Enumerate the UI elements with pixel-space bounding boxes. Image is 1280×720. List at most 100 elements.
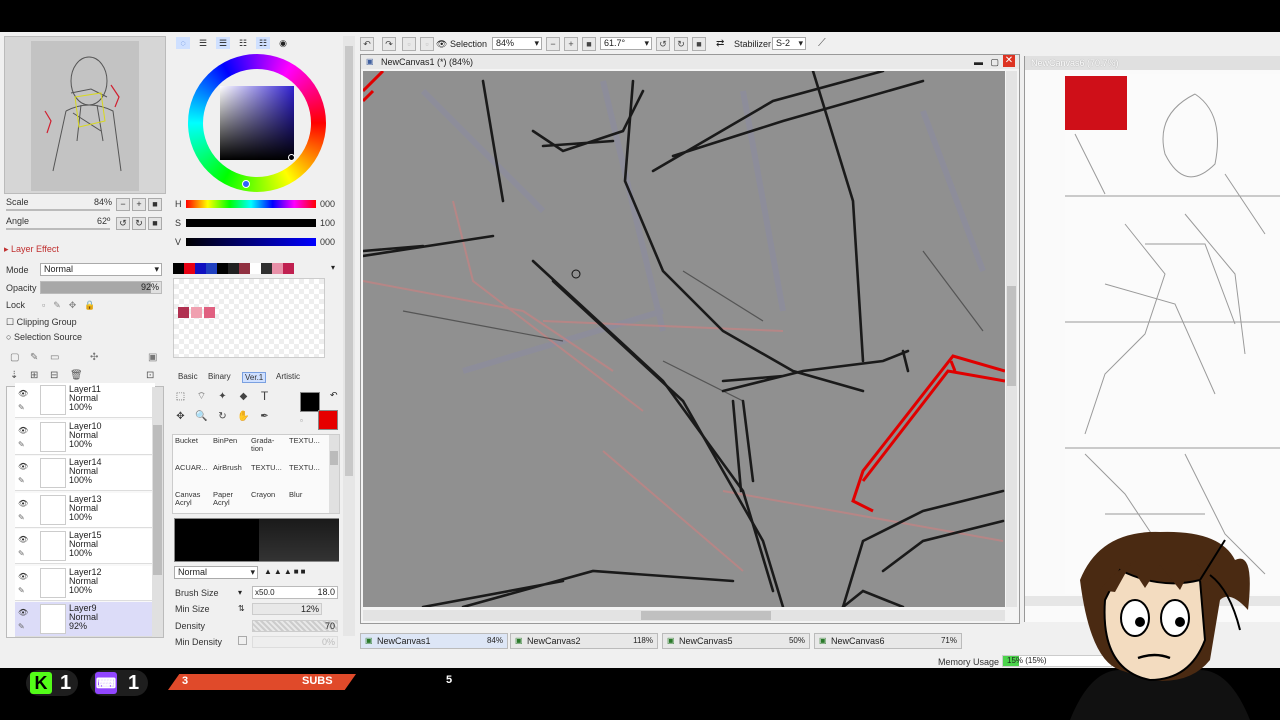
rotate-left-button[interactable]: ↺ <box>116 216 130 230</box>
rgb-slider-icon[interactable]: ☰ <box>196 37 210 49</box>
minimize-icon[interactable]: ▬ <box>974 55 983 69</box>
drawing-canvas[interactable] <box>363 71 1005 607</box>
rotate-ccw-icon[interactable]: ↺ <box>656 37 670 51</box>
color-swatch[interactable] <box>206 263 217 274</box>
tool-tab[interactable]: Basic <box>178 372 198 381</box>
visibility-eye-icon[interactable]: 👁 <box>18 535 28 545</box>
swap-colors-icon[interactable]: ↶ <box>330 390 338 401</box>
visibility-eye-icon[interactable]: 👁 <box>18 608 28 618</box>
zoom-out-icon[interactable]: − <box>546 37 560 51</box>
document-tab[interactable]: ▣ NewCanvas1 84% <box>360 633 508 649</box>
color-swatch[interactable] <box>173 263 184 274</box>
color-wheel-icon[interactable]: ◌ <box>176 37 190 49</box>
undo-icon[interactable]: ↶ <box>360 37 374 51</box>
visibility-eye-icon[interactable]: 👁 <box>18 499 28 509</box>
primary-color-swatch[interactable] <box>300 392 320 412</box>
user-color-icon[interactable]: ◉ <box>276 37 290 49</box>
canvas-hscroll-thumb[interactable] <box>641 611 771 620</box>
layer-mask-icon[interactable]: ✣ <box>90 352 98 363</box>
sv-picker-handle[interactable] <box>288 154 295 161</box>
brush-preset[interactable]: Crayon <box>251 491 287 499</box>
layer-row[interactable]: 👁 ✎ Layer10 Normal 100% <box>15 419 155 455</box>
brush-size-field[interactable]: x50.0 18.0 <box>252 586 338 599</box>
text-tool-icon[interactable]: T <box>256 388 273 405</box>
document-tab[interactable]: ▣ NewCanvas6 71% <box>814 633 962 649</box>
document-tab[interactable]: ▣ NewCanvas5 50% <box>662 633 810 649</box>
color-swatch[interactable] <box>195 263 206 274</box>
color-swatch[interactable] <box>261 263 272 274</box>
layer-row[interactable]: 👁 ✎ Layer11 Normal 100% <box>15 383 155 418</box>
deselect-icon[interactable]: ▫ <box>402 37 416 51</box>
chevron-down-icon[interactable]: ▾ <box>331 263 335 272</box>
brush-preset[interactable]: Paper Acryl <box>213 491 249 507</box>
zoom-in-icon[interactable]: + <box>564 37 578 51</box>
secondary-color-swatch[interactable] <box>318 410 338 430</box>
brush-blend-select[interactable]: Normal ▾ <box>174 566 258 579</box>
layer-edit-icon[interactable]: ✎ <box>18 403 25 412</box>
color-wheel[interactable] <box>188 54 326 192</box>
hsv-slider-icon[interactable]: ☰ <box>216 37 230 49</box>
color-swatch[interactable] <box>272 263 283 274</box>
layer-row[interactable]: 👁 ✎ Layer9 Normal 92% <box>15 602 155 637</box>
delete-layer-icon[interactable]: 🗑 <box>70 370 83 381</box>
eyedropper-icon[interactable]: ✒ <box>256 408 273 425</box>
document-tab[interactable]: ▣ NewCanvas2 118% <box>510 633 658 649</box>
clear-layer-icon[interactable]: ⊟ <box>50 370 58 381</box>
min-density-slider[interactable]: 0% <box>252 636 338 648</box>
color-swatches[interactable]: ▾ <box>173 263 339 275</box>
min-size-slider[interactable]: 12% <box>252 603 322 615</box>
pen-pressure-icon[interactable]: ⇅ <box>238 604 245 613</box>
scale-slider[interactable] <box>6 209 110 211</box>
hue-picker-handle[interactable] <box>242 180 250 188</box>
layer-edit-icon[interactable]: ✎ <box>18 440 25 449</box>
selection-source-checkbox[interactable]: ○ Selection Source <box>6 332 82 342</box>
canvas6-titlebar[interactable]: NewCanvas6 (70.7%) <box>1025 56 1280 70</box>
layer-edit-icon[interactable]: ✎ <box>18 586 25 595</box>
brush-preset[interactable]: TEXTU... <box>289 464 325 472</box>
flip-icon[interactable]: ▣ <box>148 352 157 363</box>
brush-preset[interactable]: Bucket <box>175 437 211 445</box>
brush-preset[interactable]: Grada- tion <box>251 437 287 453</box>
layer-edit-icon[interactable]: ✎ <box>18 476 25 485</box>
brush-preset[interactable]: AirBrush <box>213 464 249 472</box>
brush-grid[interactable]: Bucket BinPen Grada- tion TEXTU... ACUAR... A… <box>172 434 340 514</box>
selection-toggle[interactable]: 👁 Selection <box>436 39 487 50</box>
canvas-vertical-scrollbar[interactable] <box>1006 71 1017 607</box>
visibility-eye-icon[interactable]: 👁 <box>18 389 28 399</box>
saturation-value-square[interactable] <box>220 86 294 160</box>
panel-scrollbar[interactable] <box>343 36 355 636</box>
invert-selection-icon[interactable]: ▫ <box>420 37 434 51</box>
rotate-reset-icon[interactable]: ■ <box>692 37 706 51</box>
zoom-reset-icon[interactable]: ■ <box>582 37 596 51</box>
visibility-eye-icon[interactable]: 👁 <box>18 572 28 582</box>
layer-row[interactable]: 👁 ✎ Layer12 Normal 100% <box>15 565 155 601</box>
brush-preset[interactable]: TEXTU... <box>251 464 287 472</box>
canvas-horizontal-scrollbar[interactable] <box>363 610 1005 621</box>
layer-row[interactable]: 👁 ✎ Layer15 Normal 100% <box>15 529 155 564</box>
brush-shape-buttons[interactable]: ▲▲▲■■ <box>264 567 307 576</box>
scratchpad[interactable] <box>173 278 325 358</box>
layer-edit-icon[interactable]: ✎ <box>18 513 25 522</box>
close-icon[interactable]: ✕ <box>1003 55 1015 67</box>
brush-grid-scrollbar[interactable] <box>329 435 339 513</box>
visibility-eye-icon[interactable]: 👁 <box>18 426 28 436</box>
opacity-slider[interactable]: 92% <box>40 281 162 294</box>
navigator-preview[interactable] <box>31 41 139 191</box>
chevron-down-icon[interactable]: ▾ <box>238 588 242 597</box>
tool-tab[interactable]: Binary <box>208 372 231 381</box>
shapes-icon[interactable]: ◆ <box>235 388 252 405</box>
merge-down-icon[interactable]: ⊞ <box>30 370 38 381</box>
hand-icon[interactable]: ✋ <box>235 408 252 425</box>
canvas-window[interactable]: ▣ NewCanvas1 (*) (84%) ▬ ▢ ✕ <box>360 54 1020 624</box>
magic-wand-icon[interactable]: ✦ <box>214 388 231 405</box>
rotation-select[interactable]: 61.7° ▾ <box>600 37 652 50</box>
layer-row[interactable]: 👁 ✎ Layer13 Normal 100% <box>15 492 155 528</box>
min-density-checkbox[interactable] <box>238 636 247 645</box>
layer-effect-toggle[interactable]: ▸ Layer Effect <box>4 244 59 255</box>
layer-list[interactable]: 👁 ✎ Layer11 Normal 100% 👁 ✎ Layer10 Normal 100% 👁 ✎… <box>6 383 164 638</box>
rect-select-icon[interactable]: ⬚ <box>172 388 189 405</box>
canvas-titlebar[interactable]: ▣ NewCanvas1 (*) (84%) ▬ ▢ ✕ <box>361 55 1019 69</box>
zoom-icon[interactable]: 🔍 <box>193 408 210 425</box>
visibility-eye-icon[interactable]: 👁 <box>18 462 28 472</box>
redo-icon[interactable]: ↷ <box>382 37 396 51</box>
